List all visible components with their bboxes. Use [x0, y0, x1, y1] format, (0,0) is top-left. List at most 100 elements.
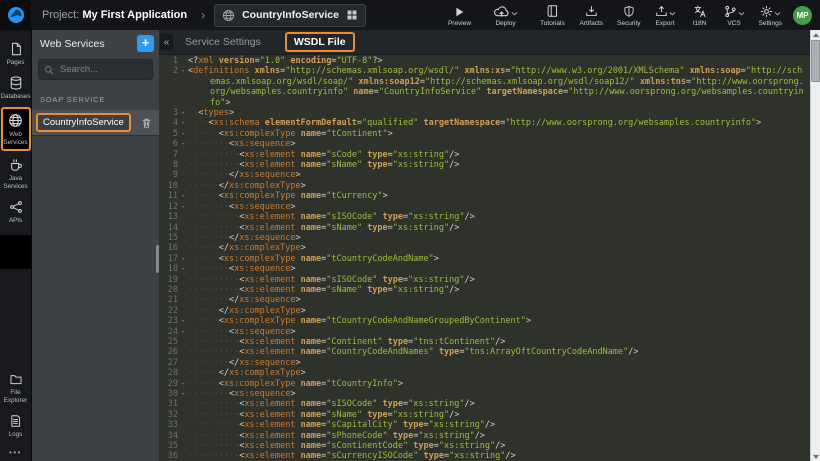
- code-line-content[interactable]: ······<xs:complexType name="tCountryInfo…: [188, 379, 820, 389]
- rail-item-file-explorer[interactable]: File Explorer: [0, 368, 31, 409]
- fold-marker[interactable]: -: [178, 379, 188, 389]
- code-line-content[interactable]: ······<xs:complexType name="tCountryCode…: [188, 316, 820, 326]
- code-line-content[interactable]: ········<xs:sequence>: [188, 327, 820, 337]
- collapse-panel-button[interactable]: «: [160, 34, 173, 50]
- topbar-button-deploy[interactable]: Deploy: [493, 4, 518, 27]
- app-logo[interactable]: [0, 0, 31, 30]
- code-line-content[interactable]: ··········<xs:element name="sName" type=…: [188, 223, 820, 233]
- fold-marker[interactable]: -: [178, 191, 188, 201]
- code-line-content[interactable]: ··········<xs:element name="sCapitalCity…: [188, 420, 820, 430]
- line-number: 25: [159, 337, 178, 347]
- fold-marker[interactable]: -: [178, 139, 188, 149]
- code-line: 14 ··········<xs:element name="sName" typ…: [159, 223, 820, 233]
- fold-marker[interactable]: -: [178, 108, 188, 118]
- fold-marker[interactable]: -: [178, 118, 188, 128]
- topbar-button-label: Artifacts: [580, 20, 603, 27]
- code-line-content[interactable]: ··········<xs:element name="sPhoneCode" …: [188, 431, 820, 441]
- code-line-content[interactable]: ········<xs:sequence>: [188, 202, 820, 212]
- tab-wsdl-file[interactable]: WSDL File: [285, 32, 355, 52]
- code-line-content[interactable]: ··········<xs:element name="sContinentCo…: [188, 441, 820, 451]
- trash-icon[interactable]: [141, 117, 152, 129]
- rail-item-web-services[interactable]: Web Services: [1, 107, 31, 152]
- service-search-box: [38, 59, 153, 80]
- code-line-content[interactable]: ··········<xs:element name="sName" type=…: [188, 285, 820, 295]
- code-line-content[interactable]: ······</xs:complexType>: [188, 306, 820, 316]
- scroll-down-button[interactable]: [813, 452, 819, 461]
- rail-item-java-services[interactable]: Java Services: [0, 153, 31, 195]
- fold-marker[interactable]: -: [178, 66, 188, 76]
- topbar-button-artifacts[interactable]: Artifacts: [580, 4, 603, 27]
- fold-marker[interactable]: -: [178, 389, 188, 399]
- fold-marker[interactable]: -: [178, 327, 188, 337]
- code-line-content[interactable]: ········</xs:sequence>: [188, 295, 820, 305]
- code-line-content[interactable]: ··········<xs:element name="sName" type=…: [188, 410, 820, 420]
- topbar-button-settings[interactable]: Settings: [759, 4, 783, 27]
- code-line-content[interactable]: ··········<xs:element name="sISOCode" ty…: [188, 212, 820, 222]
- line-number: 13: [159, 212, 178, 222]
- fold-marker[interactable]: -: [178, 202, 188, 212]
- code-line-content[interactable]: ········<xs:sequence>: [188, 389, 820, 399]
- project-label: Project:: [42, 9, 79, 21]
- topbar-button-vcs[interactable]: VCS: [724, 4, 745, 27]
- file-explorer-icon: [9, 373, 23, 386]
- code-line-content[interactable]: ······<xs:complexType name="tCurrency">: [188, 191, 820, 201]
- wsdl-code-editor[interactable]: 1<?xml version="1.0" encoding="UTF-8"?>2…: [159, 54, 820, 461]
- topbar-button-security[interactable]: Security: [617, 4, 640, 27]
- code-line-content[interactable]: ··········<xs:element name="sCode" type=…: [188, 150, 820, 160]
- code-line-content[interactable]: ········<xs:sequence>: [188, 264, 820, 274]
- code-line-content[interactable]: <definitions xmlns="http://schemas.xmlso…: [188, 66, 820, 108]
- topbar-button-i18n[interactable]: I18N: [690, 4, 710, 27]
- code-line-content[interactable]: ··········<xs:element name="sCurrencyISO…: [188, 451, 820, 461]
- code-line-content[interactable]: <?xml version="1.0" encoding="UTF-8"?>: [188, 56, 820, 66]
- editor-scrollbar[interactable]: [810, 30, 820, 461]
- service-list-item[interactable]: CountryInfoService: [32, 110, 159, 136]
- code-line-content[interactable]: ··········<xs:element name="sName" type=…: [188, 160, 820, 170]
- scrollbar-thumb[interactable]: [811, 40, 820, 82]
- rail-item-label: Databases: [0, 93, 30, 101]
- tab-service-settings[interactable]: Service Settings: [185, 36, 261, 48]
- fold-marker[interactable]: -: [178, 254, 188, 264]
- rail-item-label: File Explorer: [0, 389, 31, 405]
- line-number: 16: [159, 243, 178, 253]
- fold-marker[interactable]: -: [178, 316, 188, 326]
- code-line-content[interactable]: ··········<xs:element name="sISOCode" ty…: [188, 399, 820, 409]
- search-input[interactable]: [58, 63, 147, 76]
- rail-item-pages[interactable]: Pages: [0, 37, 31, 71]
- fold-marker[interactable]: -: [178, 264, 188, 274]
- rail-more-button[interactable]: •••: [9, 443, 22, 461]
- user-avatar[interactable]: MP: [793, 6, 812, 25]
- line-number: 14: [159, 223, 178, 233]
- rail-item-databases[interactable]: Databases: [0, 71, 31, 105]
- code-line-content[interactable]: ··<types>: [188, 108, 820, 118]
- code-line-content[interactable]: ········</xs:sequence>: [188, 358, 820, 368]
- code-line: 8··········<xs:element name="sName" type…: [159, 160, 820, 170]
- service-name[interactable]: CountryInfoService: [36, 113, 131, 132]
- code-line-content[interactable]: ··········<xs:element name="CountryCodeA…: [188, 347, 820, 357]
- grid-icon[interactable]: [346, 9, 358, 21]
- topbar-button-export[interactable]: Export: [655, 4, 676, 27]
- code-line-content[interactable]: ······</xs:complexType>: [188, 368, 820, 378]
- line-number: 19: [159, 275, 178, 285]
- rail-item-logs[interactable]: Logs: [0, 409, 31, 443]
- code-line-content[interactable]: ····<xs:schema elementFormDefault="quali…: [188, 118, 820, 128]
- code-line-content[interactable]: ········<xs:sequence>: [188, 139, 820, 149]
- code-line-content[interactable]: ········</xs:sequence>: [188, 170, 820, 180]
- code-line-content[interactable]: ··········<xs:element name="sISOCode" ty…: [188, 275, 820, 285]
- code-line-content[interactable]: ······</xs:complexType>: [188, 243, 820, 253]
- code-line-content[interactable]: ······</xs:complexType>: [188, 181, 820, 191]
- code-line-content[interactable]: ········</xs:sequence>: [188, 233, 820, 243]
- project-name: My First Application: [82, 9, 187, 21]
- code-line: 21········</xs:sequence>: [159, 295, 820, 305]
- topbar-button-tutorials[interactable]: Tutorials: [540, 4, 565, 27]
- add-service-button[interactable]: +: [137, 35, 154, 52]
- code-line-content[interactable]: ······<xs:complexType name="tCountryCode…: [188, 254, 820, 264]
- panel-scrollbar-thumb[interactable]: [156, 245, 159, 273]
- fold-marker[interactable]: -: [178, 129, 188, 139]
- open-service-tab[interactable]: CountryInfoService: [214, 4, 366, 27]
- code-line-content[interactable]: ······<xs:complexType name="tContinent">: [188, 129, 820, 139]
- code-line-content[interactable]: ··········<xs:element name="Continent" t…: [188, 337, 820, 347]
- line-number: 36: [159, 451, 178, 461]
- rail-item-apis[interactable]: APIs: [0, 195, 31, 229]
- topbar-button-preview[interactable]: Preview: [448, 4, 471, 27]
- scroll-up-button[interactable]: [813, 30, 819, 39]
